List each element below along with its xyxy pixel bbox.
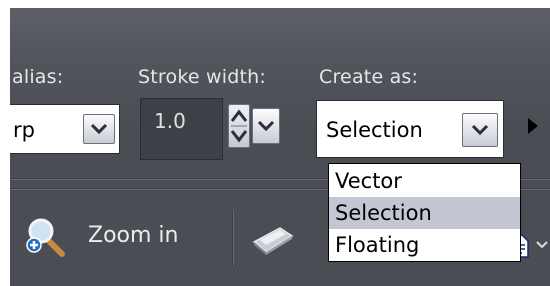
- stroke-width-spin-buttons[interactable]: [228, 104, 250, 148]
- tool-options-bar: alias: Stroke width: Create as: rp 1.0 S…: [10, 8, 550, 286]
- antialias-value: rp: [13, 118, 35, 142]
- create-as-dropdown[interactable]: Selection: [316, 100, 504, 158]
- scanner-icon[interactable]: [250, 222, 294, 256]
- bottom-bar-separator-highlight: [233, 210, 234, 266]
- antialias-dropdown[interactable]: rp: [10, 104, 120, 154]
- chevron-down-icon: [471, 124, 489, 136]
- stroke-width-field[interactable]: 1.0: [140, 98, 223, 160]
- create-as-dropdown-button[interactable]: [462, 113, 498, 147]
- expand-right-icon[interactable]: [527, 117, 539, 135]
- spin-up-down-icon: [230, 109, 248, 143]
- stroke-width-label: Stroke width:: [138, 66, 266, 88]
- option-selection[interactable]: Selection: [329, 197, 520, 229]
- stroke-width-value: 1.0: [154, 109, 186, 133]
- zoom-in-icon: [26, 218, 65, 257]
- chevron-down-icon: [90, 123, 108, 135]
- create-as-value: Selection: [326, 118, 423, 142]
- stroke-width-dropdown-button[interactable]: [252, 108, 280, 144]
- chevron-down-icon[interactable]: [536, 240, 548, 250]
- chevron-down-icon: [257, 120, 275, 132]
- option-vector[interactable]: Vector: [329, 165, 520, 197]
- create-as-label: Create as:: [319, 66, 419, 88]
- create-as-options-list: Vector Selection Floating: [328, 163, 521, 262]
- zoom-in-label: Zoom in: [88, 223, 179, 248]
- option-floating[interactable]: Floating: [329, 229, 520, 261]
- window-top-edge: [0, 0, 550, 8]
- antialias-label: alias:: [12, 66, 64, 88]
- zoom-in-button[interactable]: Zoom in: [24, 214, 214, 260]
- antialias-dropdown-button[interactable]: [83, 114, 115, 144]
